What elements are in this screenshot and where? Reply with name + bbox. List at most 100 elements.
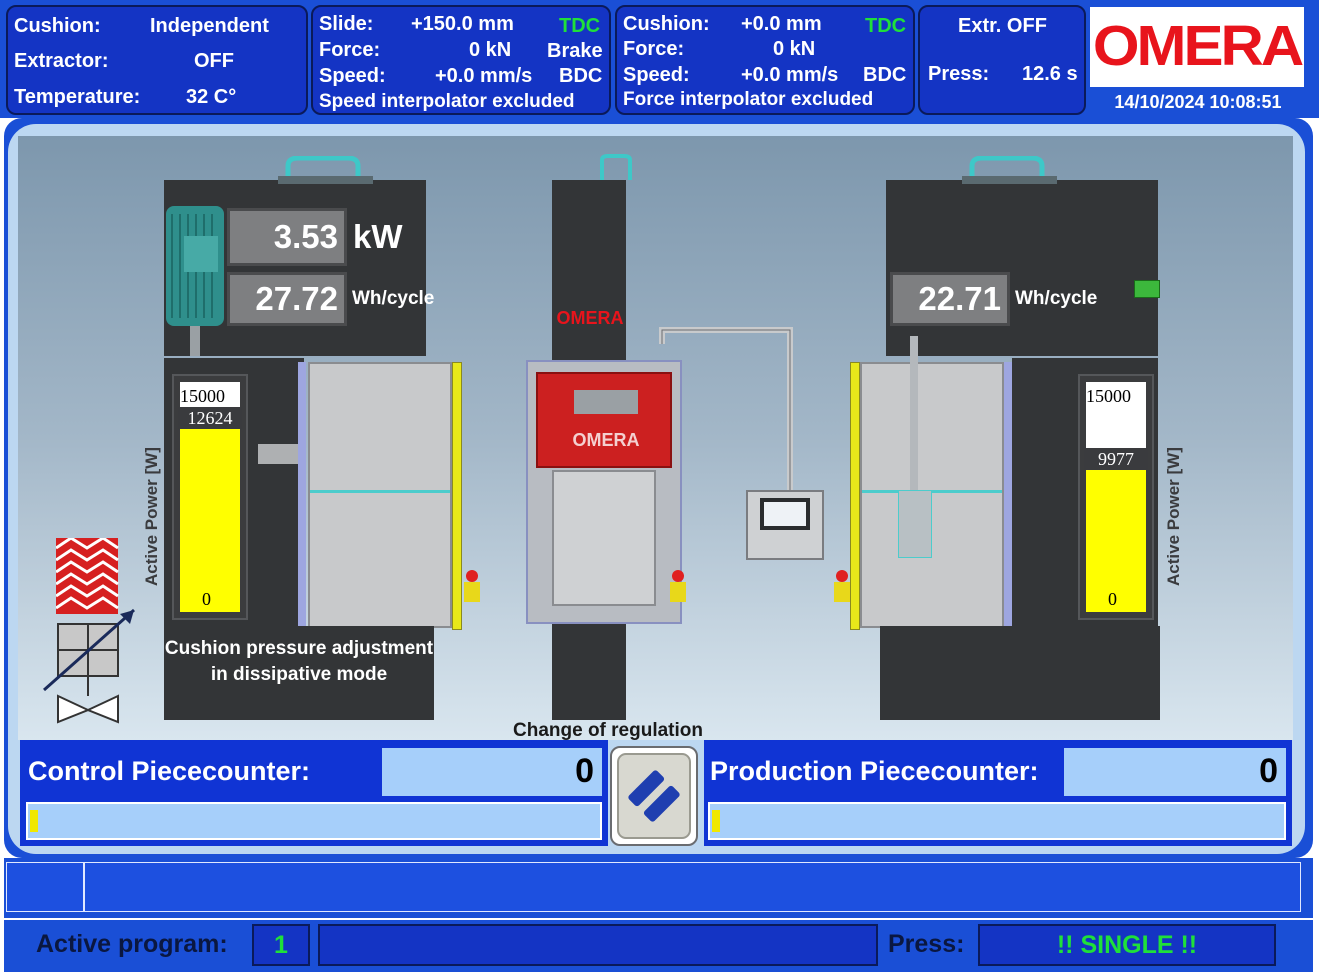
left-stack-light-icon <box>464 570 480 602</box>
control-counter-label: Control Piececounter: <box>28 756 311 786</box>
cushion2-label: Cushion: <box>623 13 710 35</box>
slide-status-panel: Slide: +150.0 mm TDC Force: 0 kN Brake S… <box>311 5 611 115</box>
temperature-value: 32 C° <box>186 86 237 108</box>
change-regulation-label: Change of regulation <box>513 720 703 741</box>
cushion-speed-value: +0.0 mm/s <box>741 64 839 86</box>
right-door <box>860 362 1004 628</box>
active-program-label: Active program: <box>36 930 228 958</box>
program-name-box[interactable] <box>318 924 878 966</box>
bdc-indicator: BDC <box>559 65 603 87</box>
omera-logo: OMERA <box>1090 7 1304 87</box>
force-value: 0 kN <box>469 39 512 61</box>
left-side-strip <box>298 362 306 628</box>
center-handle-icon <box>600 154 632 180</box>
left-info-text-1: Cushion pressure adjustment <box>164 638 434 659</box>
left-power-unit: kW <box>353 218 403 255</box>
press-logo-mid: OMERA <box>572 430 640 450</box>
left-info-panel: Cushion pressure adjustment in dissipati… <box>164 626 434 720</box>
right-energy-value: 22.71 <box>890 272 1010 326</box>
message-bar[interactable] <box>6 862 1301 912</box>
left-gauge-fill <box>180 418 240 612</box>
omera-logo-text: OMERA <box>1092 13 1304 78</box>
production-counter-label: Production Piececounter: <box>710 756 1039 786</box>
slide-label: Slide: <box>319 13 374 35</box>
left-power-gauge: 15000 0 12624 <box>172 374 248 620</box>
left-info-text-2: in dissipative mode <box>210 664 388 685</box>
press-mode-label: Press: <box>888 930 965 958</box>
speed-label: Speed: <box>319 65 386 87</box>
right-axis-label: Active Power [W] <box>1164 447 1183 586</box>
active-program-value: 1 <box>274 931 288 959</box>
datetime-display: 14/10/2024 10:08:51 <box>1114 92 1282 112</box>
left-energy-value: 27.72 <box>227 272 347 326</box>
slide-tdc-indicator: TDC <box>559 15 601 37</box>
speed-value: +0.0 mm/s <box>435 65 533 87</box>
cushion-status-panel: Cushion: Independent Extractor: OFF Temp… <box>6 5 308 115</box>
right-unit-top <box>886 180 1158 356</box>
press-mode-value: !! SINGLE !! <box>1056 931 1198 959</box>
cushion-position-panel: Cushion: +0.0 mm TDC Force: 0 kN Speed: … <box>615 5 915 115</box>
press-bolster <box>552 470 656 606</box>
production-counter-progress <box>708 802 1286 840</box>
left-energy-unit: Wh/cycle <box>352 288 435 309</box>
cushion-label: Cushion: <box>14 15 101 37</box>
cushion-speed-label: Speed: <box>623 64 690 86</box>
slide-value: +150.0 mm <box>411 13 514 35</box>
control-counter-value[interactable]: 0 <box>382 748 602 796</box>
production-counter-value[interactable]: 0 <box>1064 748 1286 796</box>
press-time-label: Press: <box>928 63 990 85</box>
left-power-value: 3.53 <box>227 208 347 266</box>
cushion-bdc-indicator: BDC <box>863 64 907 86</box>
cushion-force-value: 0 kN <box>773 38 816 60</box>
status-header: Cushion: Independent Extractor: OFF Temp… <box>0 0 1319 118</box>
press-time-value: 12.6 s <box>1022 63 1078 85</box>
proportional-valve-icon <box>43 608 135 724</box>
chevron-heat-icon <box>56 538 119 614</box>
right-handle-icon <box>962 156 1057 184</box>
cushion2-value: +0.0 mm <box>741 13 822 35</box>
extractor-press-panel: Extr. OFF Press: 12.6 s <box>918 5 1086 115</box>
left-axis-label: Active Power [W] <box>142 447 161 586</box>
extractor-label: Extractor: <box>14 50 109 72</box>
right-gauge-current: 9977 <box>1084 448 1148 470</box>
left-handle-icon <box>278 156 373 184</box>
speed-interpolator-note: Speed interpolator excluded <box>319 91 575 112</box>
right-base <box>880 626 1160 720</box>
left-gauge-current: 12624 <box>178 407 242 429</box>
right-side-strip <box>1004 362 1012 628</box>
active-program-box[interactable]: 1 <box>252 924 310 966</box>
production-counter-panel: Production Piececounter: 0 <box>704 740 1292 846</box>
temperature-label: Temperature: <box>14 86 141 108</box>
cushion-value: Independent <box>150 15 269 37</box>
force-label: Force: <box>319 39 381 61</box>
regulation-switch-icon <box>617 753 691 839</box>
left-gauge-max: 15000 <box>180 386 225 406</box>
press-slide: OMERA <box>536 372 672 468</box>
pendant-arm-icon <box>659 327 793 500</box>
brake-indicator: Brake <box>547 40 603 62</box>
right-energy-unit: Wh/cycle <box>1015 288 1098 309</box>
control-counter-panel: Control Piececounter: 0 <box>20 740 608 846</box>
change-regulation-button[interactable] <box>610 746 698 846</box>
right-status-led <box>1134 280 1160 298</box>
motor-icon <box>166 206 224 356</box>
right-actuator <box>898 490 932 558</box>
extractor-value: OFF <box>194 50 234 72</box>
press-mode-box[interactable]: !! SINGLE !! <box>978 924 1276 966</box>
control-counter-progress <box>26 802 602 840</box>
left-gauge-min: 0 <box>202 589 211 609</box>
left-door <box>308 362 452 628</box>
cushion-force-label: Force: <box>623 38 685 60</box>
right-gauge-max: 15000 <box>1086 386 1131 406</box>
right-stack-light-icon <box>834 570 850 602</box>
right-rod <box>910 336 918 490</box>
extr-status: Extr. OFF <box>958 15 1047 37</box>
machine-scene: 3.53 kW 27.72 Wh/cycle 15000 0 12624 Act… <box>18 136 1293 741</box>
press-logo-top: OMERA <box>556 308 624 328</box>
cushion-tdc-indicator: TDC <box>865 15 907 37</box>
operator-panel-icon <box>746 490 824 560</box>
right-gauge-min: 0 <box>1108 589 1117 609</box>
force-interpolator-note: Force interpolator excluded <box>623 89 874 110</box>
center-stack-light-icon <box>670 570 686 602</box>
right-power-gauge: 15000 0 9977 <box>1078 374 1154 620</box>
